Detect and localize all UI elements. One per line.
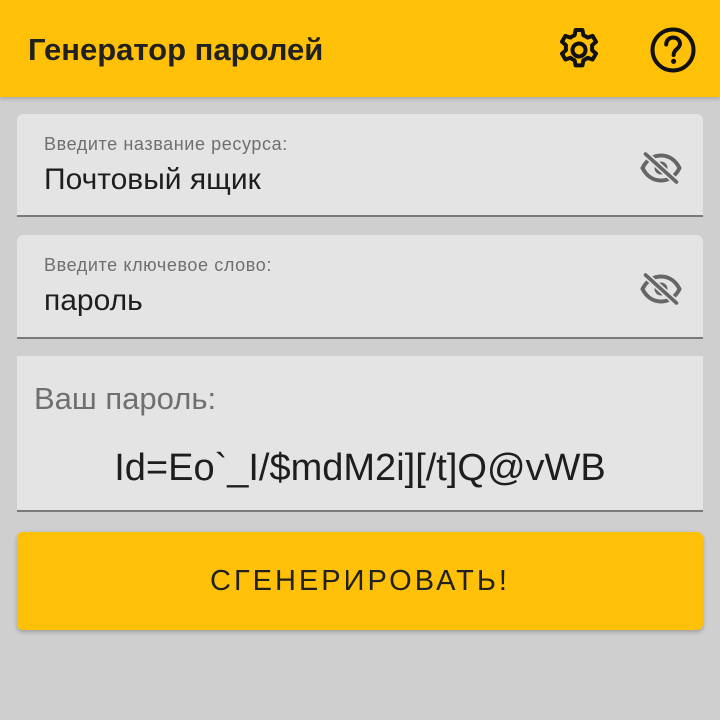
keyword-field-label: Введите ключевое слово: <box>44 255 272 275</box>
app-bar: Генератор паролей <box>0 0 720 97</box>
resource-field-label: Введите название ресурса: <box>44 134 288 154</box>
question-circle-icon <box>650 27 696 73</box>
eye-off-icon <box>640 151 682 185</box>
generated-password[interactable]: Id=Eo`_I/$mdM2i][/t]Q@vWB <box>17 446 703 490</box>
resource-visibility-toggle[interactable] <box>637 148 685 188</box>
eye-off-icon <box>640 272 682 306</box>
password-result-label: Ваш пароль: <box>34 381 217 416</box>
resource-input[interactable]: Почтовый ящик <box>44 162 261 198</box>
keyword-visibility-toggle[interactable] <box>637 269 685 309</box>
generate-button-label: СГЕНЕРИРОВАТЬ! <box>210 564 510 597</box>
settings-button[interactable] <box>552 23 606 77</box>
keyword-field[interactable]: Введите ключевое слово: пароль <box>17 235 703 339</box>
keyword-input[interactable]: пароль <box>44 283 143 319</box>
resource-field[interactable]: Введите название ресурса: Почтовый ящик <box>17 114 703 217</box>
gear-icon <box>560 28 598 68</box>
help-button[interactable] <box>646 23 700 77</box>
generate-button[interactable]: СГЕНЕРИРОВАТЬ! <box>17 532 703 630</box>
app-title: Генератор паролей <box>28 32 324 67</box>
password-result: Ваш пароль: Id=Eo`_I/$mdM2i][/t]Q@vWB <box>17 356 703 512</box>
